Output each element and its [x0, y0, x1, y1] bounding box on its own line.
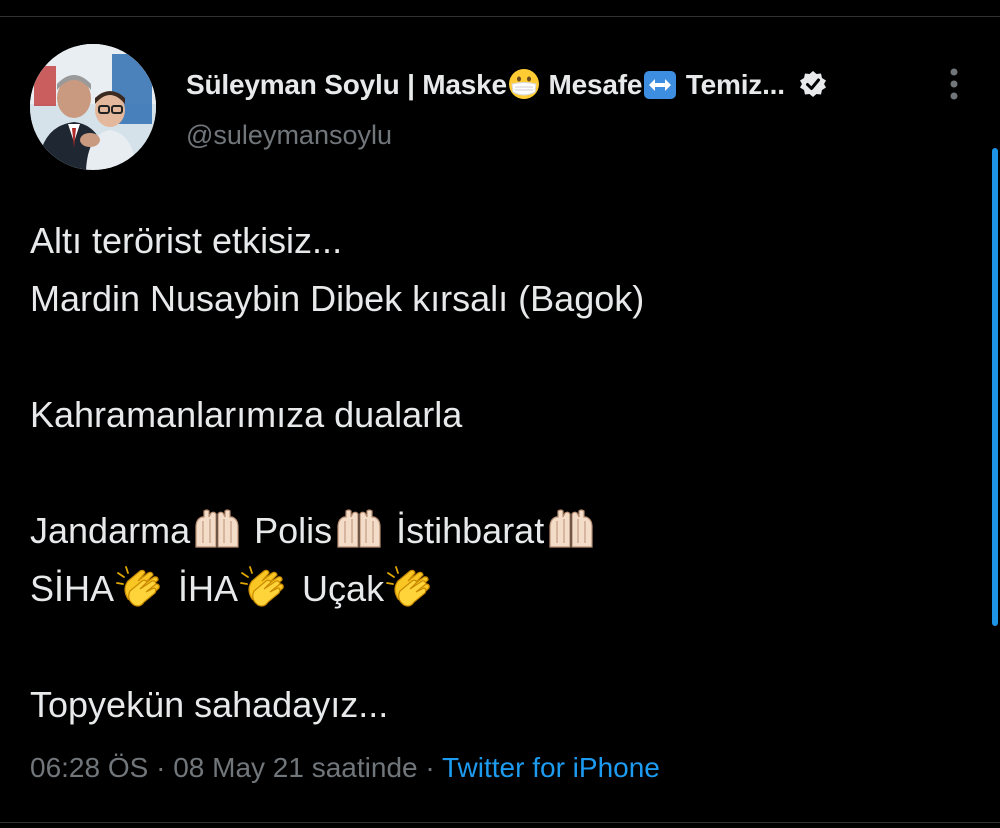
tweet-meta: 06:28 ÖS · 08 May 21 saatinde · Twitter … — [30, 752, 660, 784]
tweet-word: Uçak — [292, 568, 385, 609]
tweet-word: Jandarma — [30, 510, 191, 551]
tweet-date[interactable]: 08 May 21 saatinde — [173, 752, 417, 783]
left-right-arrow-emoji-icon — [644, 70, 677, 99]
more-vertical-icon — [950, 68, 958, 100]
tweet-text: Altı terörist etkisiz... Mardin Nusaybin… — [30, 212, 970, 734]
folded-hands-emoji-icon — [549, 509, 593, 548]
tweet-word: İstihbarat — [386, 510, 545, 551]
face-with-medical-mask-emoji-icon — [508, 68, 539, 99]
author-name-part2: Mesafe — [540, 68, 643, 100]
author-handle[interactable]: @suleymansoylu — [186, 120, 392, 151]
avatar-photo-icon — [30, 44, 156, 170]
tweet-word: Polis — [244, 510, 333, 551]
verified-badge-icon — [799, 71, 826, 97]
tweet-line: Jandarma Polis İstihbarat — [30, 502, 970, 560]
author-name-row[interactable]: Süleyman Soylu | Maske Mesafe Temiz... — [186, 62, 946, 106]
bottom-divider — [0, 822, 1000, 823]
avatar[interactable] — [30, 44, 156, 170]
author-name-part3: Temiz... — [678, 68, 785, 100]
clapping-hands-emoji-icon — [386, 566, 430, 607]
tweet-line: SİHA İHA Uçak — [30, 560, 970, 618]
tweet-line: Kahramanlarımıza dualarla — [30, 394, 463, 435]
tweet-word: İHA — [168, 568, 239, 609]
tweet-line: Altı terörist etkisiz... — [30, 220, 343, 261]
folded-hands-emoji-icon — [337, 509, 381, 548]
tweet-line: Mardin Nusaybin Dibek kırsalı (Bagok) — [30, 278, 645, 319]
folded-hands-emoji-icon — [195, 509, 239, 548]
more-options-button[interactable] — [940, 62, 968, 106]
author-display-name[interactable]: Süleyman Soylu | Maske Mesafe Temiz... — [186, 68, 785, 101]
meta-separator: · — [148, 752, 174, 783]
author-name-part1: Süleyman Soylu | Maske — [186, 68, 507, 100]
tweet-line: Topyekün sahadayız... — [30, 684, 389, 725]
scrollbar[interactable] — [992, 148, 998, 626]
clapping-hands-emoji-icon — [116, 566, 160, 607]
clapping-hands-emoji-icon — [240, 566, 284, 607]
tweet-source-link[interactable]: Twitter for iPhone — [442, 752, 660, 783]
meta-separator: · — [417, 752, 442, 783]
tweet-word: SİHA — [30, 568, 115, 609]
tweet-time[interactable]: 06:28 ÖS — [30, 752, 148, 783]
top-divider — [0, 16, 1000, 17]
